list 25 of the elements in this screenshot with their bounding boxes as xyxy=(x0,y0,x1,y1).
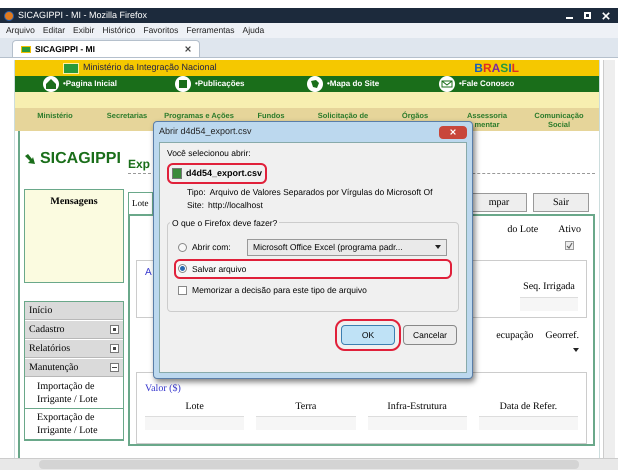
field-label: Ativo xyxy=(558,223,581,237)
group-title: O que o Firefox deve fazer? xyxy=(170,216,280,230)
dialog-title: Abrir d4d54_export.csv xyxy=(159,125,252,138)
dialog-text: Você selecionou abrir: xyxy=(167,147,252,160)
site-address: http://localhost xyxy=(208,199,263,212)
column-label: Terra xyxy=(295,400,316,414)
field-label: do Lote xyxy=(507,223,538,237)
field-label: Georref. xyxy=(545,329,579,343)
fieldset-legend: Valor ($) xyxy=(145,383,181,394)
file-name: d4d54_export.csv xyxy=(186,166,262,180)
file-type: Arquivo de Valores Separados por Vírgulas do Microsoft Of xyxy=(210,186,432,199)
field-label: Site: xyxy=(187,199,204,212)
messages-panel: Mensagens xyxy=(24,189,124,283)
page-title: Exp xyxy=(128,156,150,173)
column-label: Infra-Estrutura xyxy=(387,400,447,414)
field-label: Tipo: xyxy=(187,186,206,199)
window-title: SICAGIPPI - MI - Mozilla Firefox xyxy=(18,8,148,22)
app-title: SICAGIPPI xyxy=(40,149,121,169)
field-label: ecupação xyxy=(496,329,534,343)
ministry-name: Ministério da Integração Nacional xyxy=(83,61,218,74)
column-label: Lote xyxy=(185,400,204,414)
field-label: Seq. Irrigada xyxy=(523,280,575,294)
column-label: Data de Refer. xyxy=(500,400,558,414)
fieldset-legend: A xyxy=(145,265,152,280)
country-logo: BRASIL xyxy=(474,62,519,74)
